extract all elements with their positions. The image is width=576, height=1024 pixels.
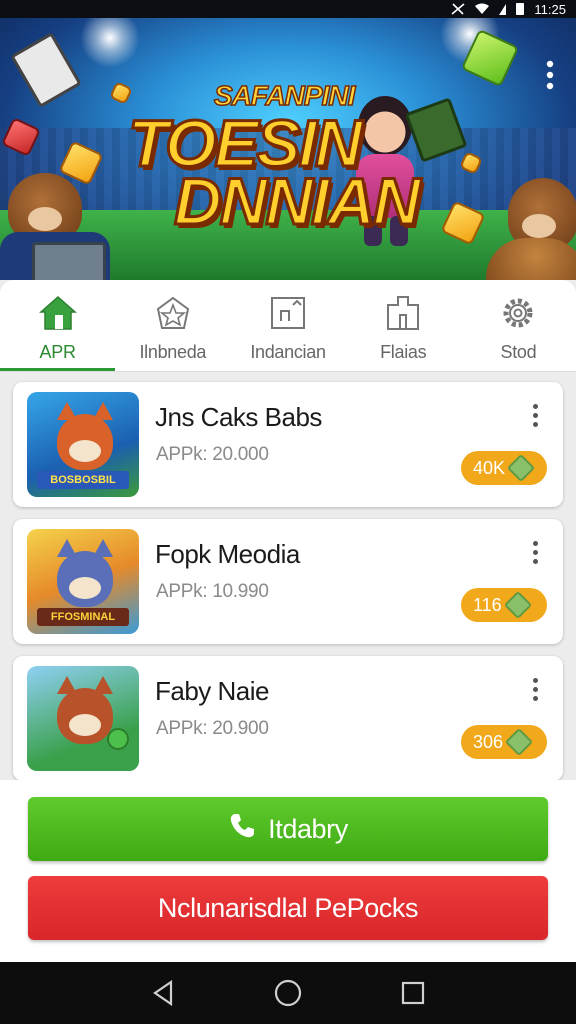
status-bar: 11:25 bbox=[0, 0, 576, 18]
no-sim-icon bbox=[451, 3, 465, 15]
tab-label: Stod bbox=[500, 342, 537, 362]
tab-label: APR bbox=[39, 342, 76, 362]
ball-icon bbox=[107, 728, 129, 750]
stadium-light bbox=[80, 18, 140, 68]
battery-icon bbox=[516, 3, 525, 15]
secondary-button-label: Nclunarisdlal PePocks bbox=[157, 892, 419, 923]
tab-ilnbneda[interactable]: Ilnbneda bbox=[115, 280, 230, 371]
category-tabs: APR Ilnbneda Indancian Flaias Stod bbox=[0, 280, 576, 372]
gem-icon bbox=[503, 590, 532, 620]
more-options-icon[interactable] bbox=[533, 541, 539, 568]
call-button-label: Itdabry bbox=[268, 813, 348, 844]
device-icon bbox=[10, 32, 82, 108]
home-icon bbox=[38, 294, 77, 332]
star-badge-icon bbox=[154, 294, 192, 332]
tab-label: Indancian bbox=[250, 342, 326, 362]
reward-badge[interactable]: 40K bbox=[461, 451, 547, 485]
app-thumbnail bbox=[27, 666, 139, 771]
signal-icon bbox=[499, 3, 507, 15]
hero-title-line2: DNNIAN bbox=[173, 164, 423, 238]
more-options-icon[interactable] bbox=[533, 404, 539, 431]
app-thumbnail: FFOSMINAL bbox=[27, 529, 139, 634]
tab-label: Ilnbneda bbox=[139, 342, 207, 362]
reward-badge[interactable]: 116 bbox=[461, 588, 547, 622]
wifi-icon bbox=[475, 3, 490, 15]
coin-icon bbox=[109, 81, 133, 105]
system-nav-bar bbox=[0, 962, 576, 1024]
thumbnail-label: BOSBOSBIL bbox=[37, 471, 129, 489]
thumbnail-label: FFOSMINAL bbox=[37, 608, 129, 626]
gem-icon bbox=[506, 453, 536, 483]
badge-value: 116 bbox=[473, 594, 502, 615]
phone-icon bbox=[228, 812, 256, 847]
home-nav-icon[interactable] bbox=[273, 978, 303, 1008]
app-price: APPk: 10.990 bbox=[156, 581, 269, 602]
more-options-icon[interactable] bbox=[546, 60, 554, 90]
badge-value: 40K bbox=[473, 457, 506, 478]
building-icon bbox=[384, 294, 422, 332]
tab-flaias[interactable]: Flaias bbox=[346, 280, 461, 371]
app-list: BOSBOSBIL Jns Caks Babs APPk: 20.000 40K… bbox=[0, 372, 576, 781]
gear-icon bbox=[499, 294, 537, 332]
app-name: Faby Naie bbox=[155, 676, 270, 706]
status-time: 11:25 bbox=[534, 1, 566, 17]
list-item[interactable]: FFOSMINAL Fopk Meodia APPk: 10.990 116 bbox=[13, 519, 563, 644]
hero-title: TOESIN DNNIAN bbox=[127, 109, 423, 238]
badge-value: 306 bbox=[473, 731, 504, 752]
app-price: APPk: 20.000 bbox=[156, 444, 269, 465]
tab-apr[interactable]: APR bbox=[0, 280, 116, 371]
action-panel: Itdabry Nclunarisdlal PePocks bbox=[0, 780, 576, 962]
more-options-icon[interactable] bbox=[533, 678, 539, 705]
hero-banner[interactable]: SAFANPINI TOESIN DNNIAN bbox=[0, 18, 576, 280]
list-item[interactable]: BOSBOSBIL Jns Caks Babs APPk: 20.000 40K bbox=[13, 382, 563, 507]
list-item[interactable]: Faby Naie APPk: 20.900 306 bbox=[13, 656, 563, 781]
back-icon[interactable] bbox=[148, 978, 178, 1008]
tab-stod[interactable]: Stod bbox=[461, 280, 576, 371]
recents-icon[interactable] bbox=[398, 978, 428, 1008]
secondary-action-button[interactable]: Nclunarisdlal PePocks bbox=[28, 876, 548, 940]
reward-badge[interactable]: 306 bbox=[461, 725, 547, 759]
app-thumbnail: BOSBOSBIL bbox=[27, 392, 139, 497]
gem-icon bbox=[504, 727, 534, 757]
puzzle-icon bbox=[269, 294, 307, 332]
tab-indancian[interactable]: Indancian bbox=[230, 280, 345, 371]
app-name: Fopk Meodia bbox=[155, 539, 300, 569]
tab-label: Flaias bbox=[380, 342, 427, 362]
app-price: APPk: 20.900 bbox=[156, 718, 269, 739]
tablet-icon bbox=[32, 242, 106, 280]
call-button[interactable]: Itdabry bbox=[28, 797, 548, 861]
app-name: Jns Caks Babs bbox=[155, 402, 322, 432]
